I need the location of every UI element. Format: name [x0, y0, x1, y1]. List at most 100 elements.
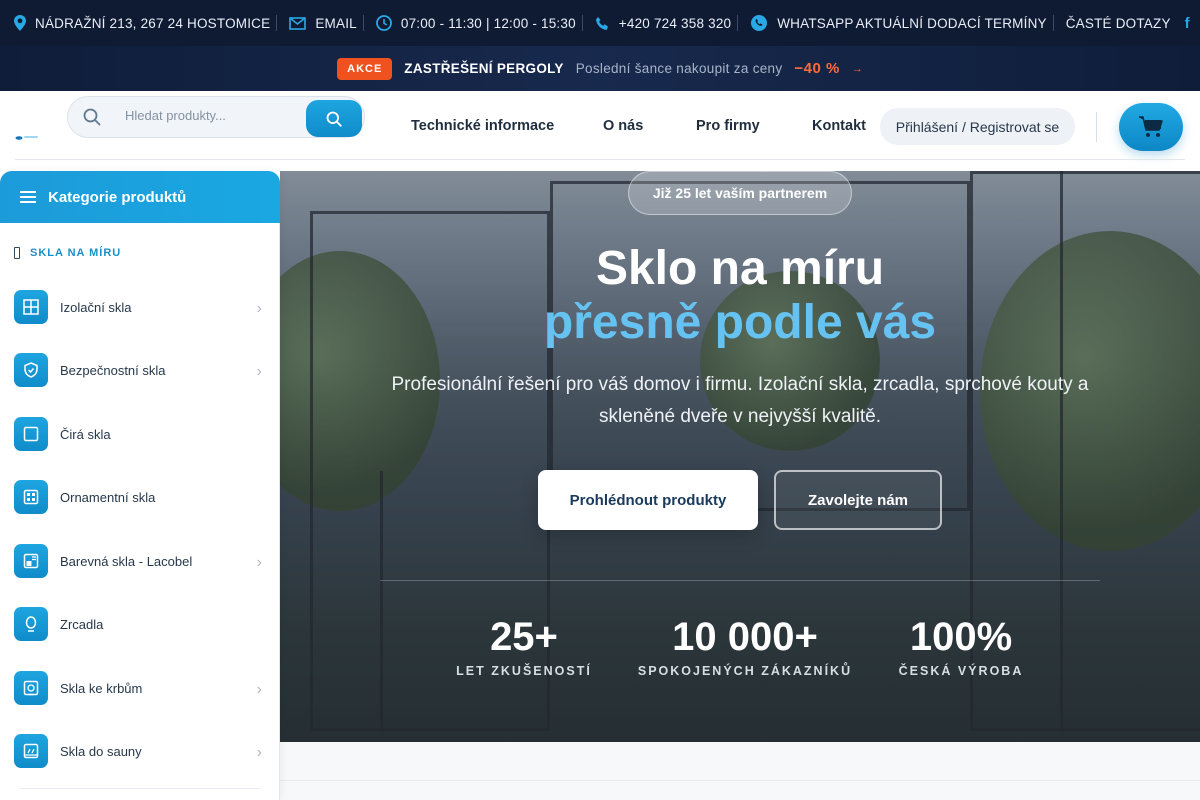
- sidebar-item-label: Skla do sauny: [60, 743, 142, 759]
- promo-discount: −40 %: [794, 60, 840, 77]
- phone-icon: [595, 16, 610, 31]
- hero-section: Již 25 let vaším partnerem Sklo na míru …: [280, 171, 1200, 742]
- whatsapp-icon: [750, 14, 768, 32]
- sidebar-item-label: Bezpečnostní skla: [60, 362, 166, 378]
- category-icon: [14, 247, 20, 259]
- promo-banner[interactable]: AKCE ZASTŘEŠENÍ PERGOLY Poslední šance n…: [0, 46, 1200, 91]
- shield-check-icon: [14, 353, 48, 387]
- separator: [276, 15, 278, 31]
- facebook-icon[interactable]: f: [1185, 15, 1190, 32]
- sidebar-item-cira-skla[interactable]: Čirá skla: [14, 416, 268, 452]
- phone-link[interactable]: +420 724 358 320: [595, 0, 731, 46]
- stat-customers: 10 000+ SPOKOJENÝCH ZÁKAZNÍKŮ: [634, 615, 856, 678]
- stat-value: 10 000+: [672, 615, 818, 659]
- address-item: NÁDRAŽNÍ 213, 267 24 HOSTOMICE: [14, 0, 270, 46]
- delivery-link[interactable]: AKTUÁLNÍ DODACÍ TERMÍNY: [856, 0, 1047, 46]
- sidebar-item-izolacni-skla[interactable]: Izolační skla ›: [14, 289, 268, 325]
- nav-business[interactable]: Pro firmy: [696, 118, 760, 134]
- content-below-hero: [280, 742, 1200, 800]
- separator: [362, 15, 364, 31]
- delivery-text[interactable]: AKTUÁLNÍ DODACÍ TERMÍNY: [856, 16, 1047, 31]
- search-icon: [326, 111, 342, 127]
- sidebar-item-skla-do-sauny[interactable]: Skla do sauny ›: [14, 733, 268, 769]
- hero-badge: Již 25 let vaším partnerem: [628, 171, 852, 215]
- hero-title-highlight: přesně podle vás: [543, 296, 937, 349]
- sidebar-header[interactable]: Kategorie produktů: [0, 171, 280, 223]
- sidebar-item-label: Izolační skla: [60, 299, 132, 315]
- sidebar-item-label: Ornamentní skla: [60, 489, 156, 505]
- chevron-right-icon: ›: [256, 554, 262, 571]
- faq-text[interactable]: ČASTÉ DOTAZY: [1066, 16, 1171, 31]
- sidebar-item-barevna-skla[interactable]: Barevná skla - Lacobel ›: [14, 543, 268, 579]
- chevron-right-icon: ›: [256, 363, 262, 380]
- sidebar-item-ornamentni-skla[interactable]: Ornamentní skla: [14, 479, 268, 515]
- phone-text[interactable]: +420 724 358 320: [619, 16, 731, 31]
- nav-contact[interactable]: Kontakt: [812, 118, 866, 134]
- map-pin-icon: [14, 15, 26, 31]
- separator: [1052, 15, 1054, 31]
- call-us-button[interactable]: Zavolejte nám: [774, 470, 942, 530]
- hero-lead: Profesionální řešení pro váš domov i fir…: [391, 374, 1089, 427]
- chevron-right-icon: ›: [256, 300, 262, 317]
- whatsapp-text[interactable]: WHATSAPP: [777, 16, 853, 31]
- square-icon: [14, 417, 48, 451]
- sidebar-item-label: Skla ke krbům: [60, 680, 143, 696]
- sidebar-item-label: Barevná skla - Lacobel: [60, 553, 193, 569]
- section-title[interactable]: SKLA NA MÍRU: [30, 247, 121, 259]
- promo-text: Poslední šance nakoupit za ceny: [575, 61, 783, 76]
- sidebar-item-bezpecnostni-skla[interactable]: Bezpečnostní skla ›: [14, 352, 268, 388]
- login-button[interactable]: Přihlášení / Registrovat se: [880, 108, 1075, 145]
- chevron-right-icon: ›: [256, 681, 262, 698]
- sidebar-section[interactable]: SKLA NA MÍRU: [14, 247, 121, 259]
- stat-label: LET ZKUŠENOSTÍ: [456, 664, 592, 678]
- separator: [1096, 112, 1097, 142]
- fireplace-icon: [14, 671, 48, 705]
- arrow-right-icon[interactable]: →: [852, 63, 863, 75]
- whatsapp-link[interactable]: WHATSAPP: [750, 0, 853, 46]
- site-logo[interactable]: [15, 127, 39, 140]
- glass-frame: [380, 471, 383, 731]
- search-icon: [83, 108, 101, 131]
- faq-link[interactable]: ČASTÉ DOTAZY: [1066, 0, 1171, 46]
- stat-czech: 100% ČESKÁ VÝROBA: [884, 615, 1038, 678]
- promo-title: ZASTŘEŠENÍ PERGOLY: [404, 61, 564, 76]
- nav-about[interactable]: O nás: [603, 118, 643, 134]
- pattern-icon: [14, 480, 48, 514]
- hours-item: 07:00 - 11:30 | 12:00 - 15:30: [375, 0, 576, 46]
- palette-icon: [14, 544, 48, 578]
- sidebar-title: Kategorie produktů: [48, 188, 187, 206]
- hours-text: 07:00 - 11:30 | 12:00 - 15:30: [400, 15, 576, 31]
- address-text: NÁDRAŽNÍ 213, 267 24 HOSTOMICE: [35, 15, 271, 31]
- separator: [737, 15, 739, 31]
- browse-products-button[interactable]: Prohlédnout produkty: [538, 470, 758, 530]
- search-button[interactable]: [306, 100, 362, 137]
- category-sidebar: Kategorie produktů SKLA NA MÍRU Izolační…: [0, 171, 280, 800]
- mirror-icon: [14, 607, 48, 641]
- sidebar-divider: [20, 788, 260, 789]
- section-divider: [280, 780, 1200, 781]
- clock-icon: [375, 15, 392, 31]
- envelope-icon: [289, 16, 307, 30]
- stat-label: ČESKÁ VÝROBA: [898, 664, 1024, 678]
- sidebar-item-label: Zrcadla: [60, 616, 104, 632]
- email-link[interactable]: EMAIL: [289, 0, 357, 46]
- sidebar-item-skla-ke-krbum[interactable]: Skla ke krbům ›: [14, 670, 268, 706]
- sidebar-item-zrcadla[interactable]: Zrcadla: [14, 606, 268, 642]
- sidebar-item-label: Čirá skla: [60, 426, 111, 442]
- menu-icon: [20, 191, 36, 203]
- email-text[interactable]: EMAIL: [315, 16, 357, 31]
- hero-divider: [380, 580, 1100, 581]
- hero-title: Sklo na míru: [595, 242, 885, 295]
- chevron-right-icon: ›: [256, 744, 262, 761]
- promo-badge: AKCE: [337, 57, 393, 80]
- top-info-bar: NÁDRAŽNÍ 213, 267 24 HOSTOMICE EMAIL 07:…: [0, 0, 1200, 46]
- stat-value: 25+: [490, 615, 558, 659]
- nav-technical-info[interactable]: Technické informace: [411, 118, 554, 134]
- cart-icon: [1139, 116, 1163, 137]
- stat-experience: 25+ LET ZKUŠENOSTÍ: [442, 615, 606, 678]
- cart-button[interactable]: [1119, 103, 1183, 151]
- separator: [581, 15, 583, 31]
- search-input[interactable]: [125, 108, 305, 123]
- header-divider: [15, 159, 1185, 160]
- stat-label: SPOKOJENÝCH ZÁKAZNÍKŮ: [637, 664, 853, 678]
